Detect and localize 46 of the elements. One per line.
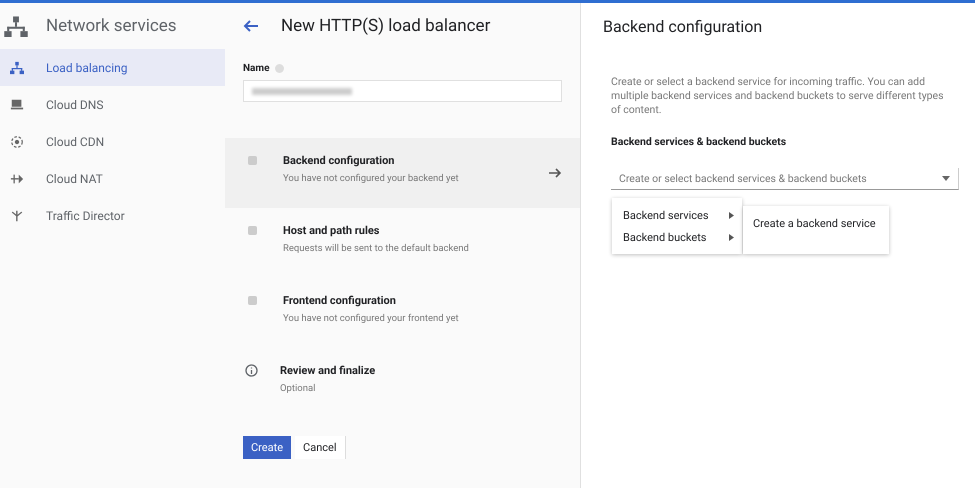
step-subtitle: You have not configured your backend yet bbox=[283, 173, 459, 184]
arrow-icon bbox=[548, 166, 562, 180]
step-title: Host and path rules bbox=[283, 224, 380, 237]
product-title: Network services bbox=[46, 16, 177, 36]
cancel-button[interactable]: Cancel bbox=[295, 436, 346, 459]
description: Create or select a backend service for incoming traffic. You can add multiple backend services and backend buckets to serve different types of content. bbox=[611, 75, 945, 117]
menu-item[interactable]: Backend services bbox=[612, 204, 742, 226]
step-item[interactable]: Backend configuration You have not configured your backend yet bbox=[225, 138, 580, 208]
step-icon bbox=[248, 296, 257, 305]
menu-item[interactable]: Backend buckets bbox=[612, 226, 742, 248]
sidebar-item[interactable]: Cloud NAT bbox=[0, 160, 225, 197]
sidebar-item[interactable]: Traffic Director bbox=[0, 197, 225, 234]
info-icon bbox=[245, 364, 258, 377]
page-title: New HTTP(S) load balancer bbox=[281, 16, 490, 36]
hierarchy-icon bbox=[10, 60, 24, 74]
step-title: Review and finalize bbox=[280, 364, 376, 377]
step-subtitle: Optional bbox=[280, 383, 316, 394]
step-subtitle: You have not configured your frontend yet bbox=[283, 313, 459, 324]
submenu-caret-icon bbox=[729, 212, 734, 218]
create-button[interactable]: Create bbox=[243, 436, 292, 459]
help-icon[interactable] bbox=[275, 64, 284, 73]
step-item[interactable]: Frontend configuration You have not configured your frontend yet bbox=[225, 278, 580, 348]
step-title: Backend configuration bbox=[283, 154, 396, 167]
back-arrow-icon[interactable] bbox=[243, 18, 259, 34]
backend-dropdown[interactable]: Create or select backend services & backend buckets bbox=[611, 168, 959, 190]
step-title: Frontend configuration bbox=[283, 294, 397, 307]
step-subtitle: Requests will be sent to the default backend bbox=[283, 243, 469, 254]
network-icon bbox=[4, 15, 28, 37]
sidebar-item[interactable]: Load balancing bbox=[0, 49, 225, 86]
caret-icon bbox=[942, 176, 950, 181]
network-icon bbox=[10, 134, 24, 148]
sidebar-item[interactable]: Cloud DNS bbox=[0, 86, 225, 123]
menu-item[interactable]: Create a backend service bbox=[753, 217, 889, 230]
field-label: Name bbox=[243, 63, 270, 74]
submenu-caret-icon bbox=[729, 234, 734, 240]
server-icon bbox=[10, 98, 24, 112]
step-icon bbox=[248, 226, 257, 235]
fork-icon bbox=[10, 208, 24, 222]
name-field[interactable] bbox=[243, 80, 562, 102]
arrow-icon bbox=[10, 172, 24, 186]
field-label: Backend services & backend buckets bbox=[611, 135, 788, 148]
step-item[interactable]: Host and path rules Requests will be sent to the default backend bbox=[225, 208, 580, 278]
sidebar-item[interactable]: Cloud CDN bbox=[0, 123, 225, 160]
panel-title: Backend configuration bbox=[603, 16, 764, 38]
step-item[interactable]: Review and finalize Optional bbox=[225, 348, 580, 418]
step-icon bbox=[248, 156, 257, 165]
